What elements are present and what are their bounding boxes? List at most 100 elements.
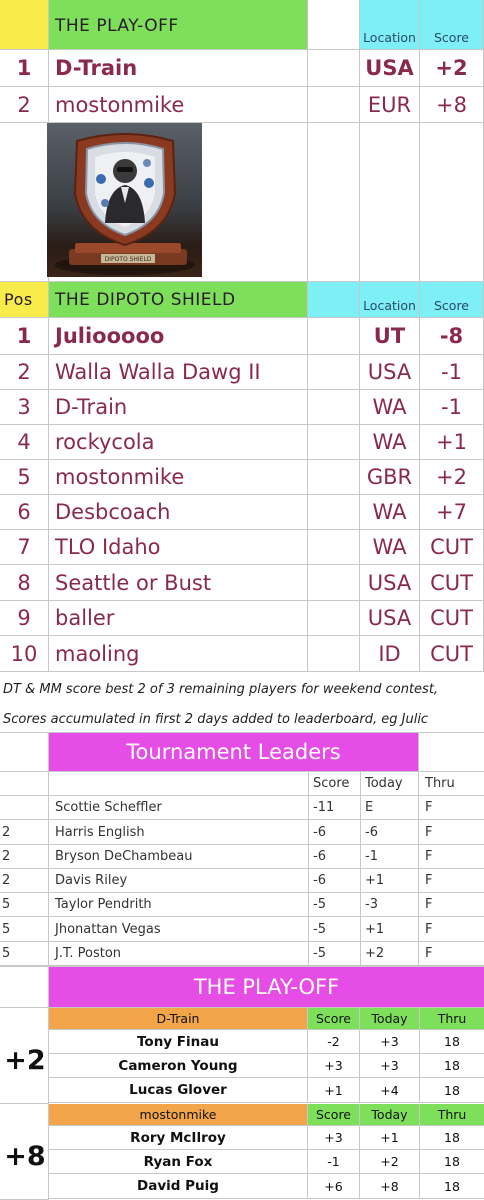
leaders-row-pos: 5 [0,893,49,917]
shield-row-location: UT [360,318,420,355]
shield-row-pos: 2 [0,355,49,390]
shield-row-score: +2 [420,460,484,495]
shield-row-location: ID [360,636,420,672]
leaders-row-thru: F [419,820,484,845]
shield-row-name: Juliooooo [49,318,308,355]
shield-row-location: WA [360,390,420,425]
shield-row-blank [308,390,360,425]
leaders-row-score: -5 [309,893,361,917]
note-line-2: Scores accumulated in first 2 days added… [3,712,429,727]
team-today-header: Today [360,1104,420,1126]
team-thru-header: Thru [420,1104,484,1126]
team-total: +8 [4,1140,46,1172]
team-player-score: -2 [308,1030,360,1054]
shield-row-blank [308,460,360,495]
shield-row-score: -8 [420,318,484,355]
shield-row-pos: 6 [0,495,49,530]
team-player-score: +3 [308,1126,360,1150]
shield-row-blank [308,318,360,355]
shield-row-score: CUT [420,530,484,565]
leaders-title: Tournament Leaders [49,732,419,772]
leaders-row-thru: F [419,893,484,917]
team-player-score: -1 [308,1150,360,1174]
team-score-header: Score [308,1008,360,1030]
shield-row-pos: 5 [0,460,49,495]
team-player-thru: 18 [420,1174,484,1199]
playoff-top-row-2-name: mostonmike [49,87,308,123]
shield-row-pos: 3 [0,390,49,425]
team-player-today: +4 [360,1078,420,1103]
leaders-row-score: -6 [309,869,361,893]
leaders-row-thru: F [419,796,484,820]
trophy-image: DIPOTO SHIELD [47,123,202,277]
team-player-today: +8 [360,1174,420,1199]
team-player-name: David Puig [49,1174,308,1199]
team-total: +2 [4,1044,46,1076]
team-player-name: Cameron Young [49,1054,308,1078]
shield-row-name: maoling [49,636,308,672]
leaders-row-pos: 5 [0,917,49,942]
playoff-top-row-2-pos: 2 [0,87,49,123]
leaders-row-thru: F [419,845,484,869]
leaders-thru-header: Thru [419,772,484,796]
leaders-row-score: -6 [309,845,361,869]
playoff-top-row-2-score: +8 [420,87,484,123]
team-player-name: Lucas Glover [49,1078,308,1103]
shield-row-score: -1 [420,355,484,390]
shield-row-blank [308,495,360,530]
shield-row-pos: 9 [0,601,49,636]
shield-row-name: Seattle or Bust [49,565,308,601]
shield-row-score: -1 [420,390,484,425]
shield-row-name: rockycola [49,425,308,460]
leaders-today-header: Today [361,772,419,796]
team-player-today: +3 [360,1030,420,1054]
team-player-today: +1 [360,1126,420,1150]
team-player-today: +2 [360,1150,420,1174]
playoff-top-row-1-blank [308,50,360,87]
playoff-bottom-title-left [0,966,49,1008]
shield-row-score: CUT [420,636,484,672]
trophy-plaque-text: DIPOTO SHIELD [105,256,152,263]
shield-row-pos: 8 [0,565,49,601]
shield-location-header: Location [360,281,420,318]
leaders-row-today: +1 [361,869,419,893]
leaders-row-today: +1 [361,917,419,942]
shield-row-score: +1 [420,425,484,460]
leaders-row-score: -5 [309,942,361,966]
trophy-grid-blank [308,123,360,281]
shield-row-blank [308,565,360,601]
shield-row-score: CUT [420,601,484,636]
shield-row-blank [308,530,360,565]
playoff-top-pos-header [0,0,49,50]
shield-row-name: D-Train [49,390,308,425]
leaders-row-today: -6 [361,820,419,845]
team-player-today: +3 [360,1054,420,1078]
playoff-top-row-1-location: USA [360,50,420,87]
playoff-top-location-header: Location [360,0,420,50]
team-player-name: Tony Finau [49,1030,308,1054]
shield-row-blank [308,355,360,390]
shield-row-location: WA [360,530,420,565]
shield-row-name: TLO Idaho [49,530,308,565]
team-player-score: +1 [308,1078,360,1103]
leaders-row-name: Jhonattan Vegas [49,917,309,942]
shield-row-name: mostonmike [49,460,308,495]
leaders-row-today: -3 [361,893,419,917]
team-name-header: D-Train [49,1008,308,1030]
shield-blank-header [308,281,360,318]
playoff-top-row-2-location: EUR [360,87,420,123]
leaders-row-thru: F [419,869,484,893]
trophy-grid-left [0,123,49,281]
team-player-score: +6 [308,1174,360,1199]
leaders-score-header: Score [309,772,361,796]
leaders-row-pos [0,796,49,820]
leaders-row-name: Bryson DeChambeau [49,845,309,869]
leaders-row-today: +2 [361,942,419,966]
leaders-row-pos: 2 [0,869,49,893]
shield-row-blank [308,601,360,636]
leaders-title-left [0,732,49,772]
shield-row-score: CUT [420,565,484,601]
team-thru-header: Thru [420,1008,484,1030]
team-player-name: Ryan Fox [49,1150,308,1174]
shield-row-location: WA [360,495,420,530]
